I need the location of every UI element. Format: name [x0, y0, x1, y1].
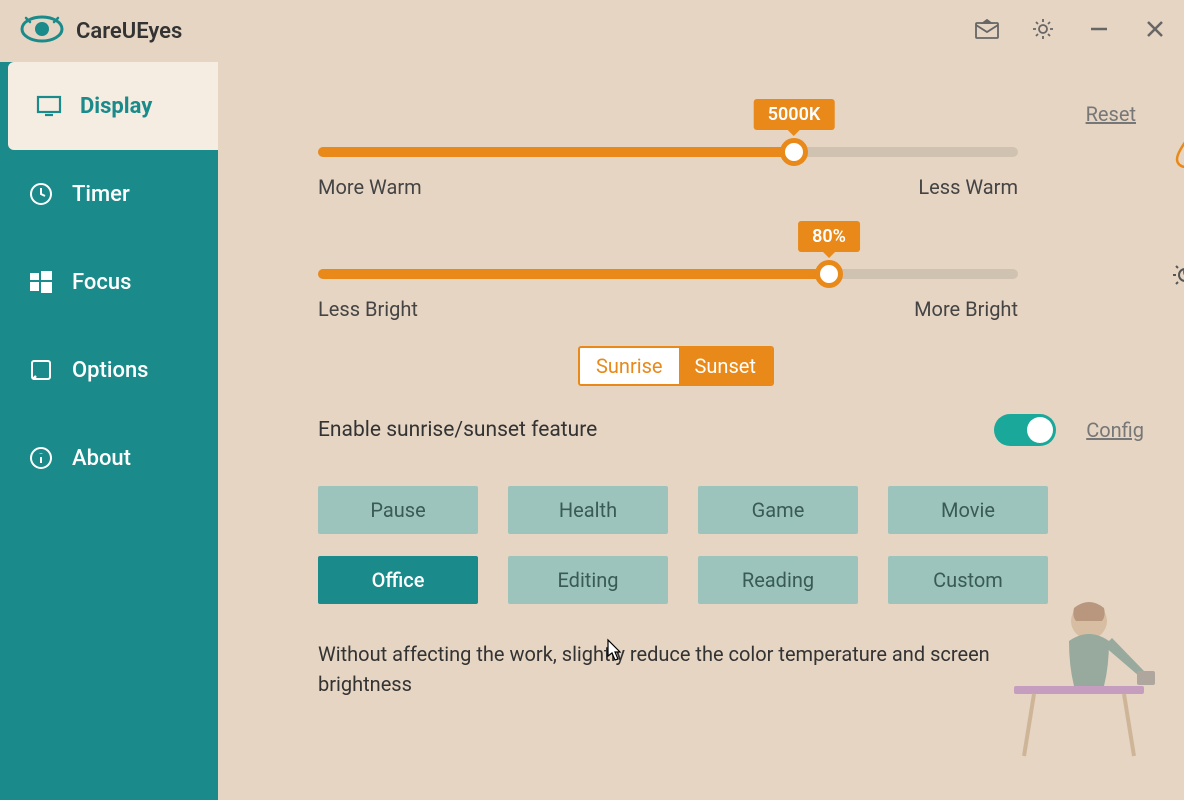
bright-right-label: More Bright — [914, 297, 1018, 321]
mode-pause[interactable]: Pause — [318, 486, 478, 534]
temperature-labels: More Warm Less Warm — [318, 175, 1018, 199]
mail-icon[interactable] — [973, 15, 1001, 43]
info-icon — [28, 445, 54, 471]
clock-icon — [28, 181, 54, 207]
sidebar-item-label: Display — [80, 94, 152, 119]
sunrise-option[interactable]: Sunrise — [580, 348, 679, 384]
temperature-slider-row: 5000K More Warm Less Warm — [318, 147, 1144, 199]
brightness-slider[interactable]: 80% — [318, 269, 1018, 279]
mode-reading[interactable]: Reading — [698, 556, 858, 604]
temperature-thumb[interactable] — [780, 138, 808, 166]
windows-icon — [28, 269, 54, 295]
sidebar: Display Timer Focus Options About — [0, 62, 218, 800]
sidebar-item-display[interactable]: Display — [8, 62, 218, 150]
person-illustration — [994, 566, 1174, 770]
mode-game[interactable]: Game — [698, 486, 858, 534]
temperature-fill — [318, 147, 794, 157]
toggle-knob — [1027, 417, 1053, 443]
sidebar-item-label: Options — [72, 358, 149, 383]
feature-row: Enable sunrise/sunset feature Config — [318, 414, 1144, 446]
sidebar-item-label: Focus — [72, 270, 131, 295]
brightness-fill — [318, 269, 829, 279]
brightness-thumb[interactable] — [815, 260, 843, 288]
mode-movie[interactable]: Movie — [888, 486, 1048, 534]
mode-office[interactable]: Office — [318, 556, 478, 604]
sidebar-item-about[interactable]: About — [0, 414, 218, 502]
temperature-slider[interactable]: 5000K — [318, 147, 1018, 157]
temp-right-label: Less Warm — [918, 175, 1018, 199]
brightness-icon — [1171, 261, 1184, 293]
sidebar-item-focus[interactable]: Focus — [0, 238, 218, 326]
sidebar-item-options[interactable]: Options — [0, 326, 218, 414]
sidebar-item-label: Timer — [72, 182, 130, 207]
brightness-slider-row: 80% Less Bright More Bright — [318, 269, 1144, 321]
sidebar-item-label: About — [72, 446, 131, 471]
temperature-tooltip: 5000K — [754, 99, 835, 130]
drop-icon — [1173, 139, 1184, 173]
reset-link[interactable]: Reset — [1086, 102, 1136, 126]
eye-logo-icon — [20, 14, 64, 48]
options-icon — [28, 357, 54, 383]
mode-health[interactable]: Health — [508, 486, 668, 534]
brightness-labels: Less Bright More Bright — [318, 297, 1018, 321]
sidebar-item-timer[interactable]: Timer — [0, 150, 218, 238]
minimize-icon[interactable] — [1085, 15, 1113, 43]
temp-left-label: More Warm — [318, 175, 422, 199]
bright-left-label: Less Bright — [318, 297, 418, 321]
window-controls — [973, 15, 1169, 43]
close-icon[interactable] — [1141, 15, 1169, 43]
config-link[interactable]: Config — [1086, 418, 1144, 442]
titlebar: CareUEyes — [0, 0, 1184, 62]
monitor-icon — [36, 93, 62, 119]
logo-area: CareUEyes — [20, 14, 182, 48]
sunset-option[interactable]: Sunset — [679, 348, 772, 384]
gear-icon[interactable] — [1029, 15, 1057, 43]
feature-toggle[interactable] — [994, 414, 1056, 446]
mode-editing[interactable]: Editing — [508, 556, 668, 604]
mode-description: Without affecting the work, slightly red… — [318, 639, 1068, 699]
app-name: CareUEyes — [76, 19, 182, 44]
sunrise-sunset-toggle: Sunrise Sunset — [578, 346, 774, 386]
feature-label: Enable sunrise/sunset feature — [318, 418, 597, 442]
brightness-tooltip: 80% — [798, 221, 860, 252]
